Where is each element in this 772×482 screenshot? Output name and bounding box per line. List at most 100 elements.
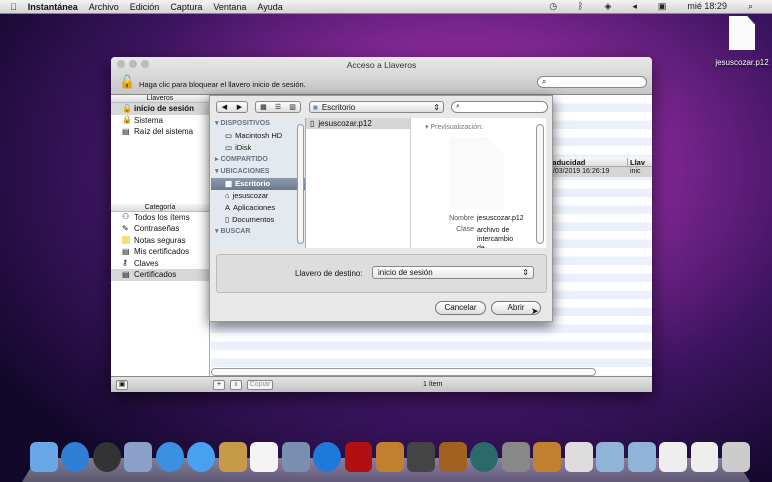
itunes-icon[interactable] (313, 442, 342, 472)
label: Mis certificados (134, 247, 190, 256)
show-hide-sidebar-button[interactable]: ▣ (116, 380, 128, 390)
sheet-sidebar: ▾ DISPOSITIVOS ▭ Macintosh HD ▭ iDisk ▸ CO… (211, 118, 306, 248)
group-places[interactable]: ▾ UBICACIONES (211, 166, 305, 178)
certificate-icon: ▤ (122, 126, 130, 136)
safari-icon[interactable] (155, 442, 184, 472)
clock[interactable]: mié 18:29 (687, 1, 727, 12)
horizontal-scrollbar[interactable] (211, 368, 596, 376)
group-devices[interactable]: ▾ DISPOSITIVOS (211, 118, 305, 130)
keychain-system[interactable]: 🔒 Sistema (111, 115, 209, 127)
menu-ventana[interactable]: Ventana (213, 2, 246, 12)
category-all[interactable]: ⚇ Todos los ítems (111, 212, 209, 224)
time-machine-icon[interactable]: ◷ (549, 1, 557, 12)
time-machine-icon[interactable] (470, 442, 499, 472)
ichat-icon[interactable] (187, 442, 216, 472)
spotlight-icon[interactable]: ⌕ (748, 1, 753, 12)
keychain-icon[interactable] (533, 442, 562, 472)
keychain-login[interactable]: 🔓 inicio de sesión (111, 103, 209, 115)
bluetooth-icon[interactable]: ᛒ (578, 1, 583, 12)
preview-scrollbar[interactable] (536, 124, 544, 244)
garageband-icon[interactable] (438, 442, 467, 472)
document-icon (449, 137, 504, 209)
documents-icon: ▯ (225, 215, 230, 224)
sidebar-item-home[interactable]: ⌂ jesuscozar (211, 190, 305, 202)
desktop-file[interactable]: jesuscozar.p12 (712, 16, 772, 67)
location-popup[interactable]: ■ Escritorio ⇕ (309, 101, 444, 113)
list-view-icon[interactable]: ☰ (275, 103, 281, 111)
photo-booth-icon[interactable] (344, 442, 373, 472)
category-notes[interactable]: Notas seguras (111, 235, 209, 247)
mail-icon[interactable] (124, 442, 153, 472)
utility-icon[interactable] (564, 442, 593, 472)
iphoto-icon[interactable] (375, 442, 404, 472)
file-icon[interactable] (659, 442, 688, 472)
pen-icon: ✎ (122, 223, 129, 233)
address-book-icon[interactable] (218, 442, 247, 472)
category-my-certs[interactable]: ▤ Mis certificados (111, 246, 209, 258)
search-input[interactable]: ⌕ (537, 76, 647, 88)
label: Sistema (134, 115, 163, 125)
home-icon: ⌂ (225, 191, 230, 200)
volume-icon[interactable]: ◂ (632, 1, 637, 12)
menu-bar:  Instantánea Archivo Edición Captura Ve… (0, 0, 772, 14)
iphoto-preview-icon[interactable] (281, 442, 310, 472)
copy-button[interactable]: Copiar (247, 380, 273, 390)
category-certificates[interactable]: ▤ Certificados (111, 269, 209, 281)
preview-header: ▾ Previsualización: (425, 124, 483, 131)
sidebar-item-macintosh-hd[interactable]: ▭ Macintosh HD (211, 130, 305, 142)
people-icon: ⚇ (122, 212, 130, 222)
file-item[interactable]: ▯ jesuscozar.p12 (306, 118, 410, 129)
menu-app[interactable]: Instantánea (28, 2, 78, 12)
forward-icon[interactable]: ▶ (237, 103, 242, 111)
desktop-file-label: jesuscozar.p12 (715, 58, 769, 67)
wifi-icon[interactable]: ◈ (604, 1, 611, 12)
ical-icon[interactable] (250, 442, 279, 472)
back-icon[interactable]: ◀ (222, 103, 227, 111)
sidebar-item-aplicaciones[interactable]: A Aplicaciones (211, 202, 305, 214)
file-column: ▯ jesuscozar.p12 (306, 118, 411, 248)
menu-ayuda[interactable]: Ayuda (257, 2, 282, 12)
preview-icon[interactable] (690, 442, 719, 472)
key-icon: ⚷ (122, 258, 128, 268)
applications-folder-icon[interactable] (596, 442, 625, 472)
destination-label: Llavero de destino: (295, 269, 363, 278)
file-icon: ▯ (310, 119, 315, 128)
category-keys[interactable]: ⚷ Claves (111, 258, 209, 270)
col-keychain[interactable]: Llav (627, 158, 645, 167)
minimize-button[interactable] (129, 60, 137, 68)
note-icon (122, 236, 130, 245)
keychain-root[interactable]: ▤ Raíz del sistema (111, 126, 209, 138)
dashboard-icon[interactable] (92, 442, 121, 472)
group-search[interactable]: ▾ BUSCAR (211, 226, 305, 238)
info-button[interactable]: i (230, 380, 242, 390)
battery-icon[interactable]: ▣ (658, 1, 667, 12)
lock-icon: 🔒 (122, 115, 132, 125)
app-store-icon[interactable] (61, 442, 90, 472)
sidebar-item-escritorio[interactable]: ▩ Escritorio (211, 178, 305, 190)
system-preferences-icon[interactable] (501, 442, 530, 472)
menu-edicion[interactable]: Edición (130, 2, 160, 12)
menu-archivo[interactable]: Archivo (89, 2, 119, 12)
cancel-button[interactable]: Cancelar (435, 301, 486, 315)
sidebar-scrollbar[interactable] (297, 124, 304, 244)
apple-icon[interactable]:  (10, 2, 17, 12)
finder-icon[interactable] (30, 442, 58, 472)
sidebar-item-documentos[interactable]: ▯ Documentos (211, 214, 305, 226)
destination-popup[interactable]: inicio de sesión ⇕ (372, 266, 534, 279)
category-passwords[interactable]: ✎ Contraseñas (111, 223, 209, 235)
lock-icon[interactable]: 🔓 (119, 74, 135, 90)
group-shared[interactable]: ▸ COMPARTIDO (211, 154, 305, 166)
menu-captura[interactable]: Captura (170, 2, 202, 12)
column-view-icon[interactable]: ▥ (289, 103, 296, 111)
updown-arrow-icon: ⇕ (522, 268, 529, 277)
imovie-icon[interactable] (407, 442, 436, 472)
sidebar-item-idisk[interactable]: ▭ iDisk (211, 142, 305, 154)
add-button[interactable]: + (213, 380, 225, 390)
close-button[interactable] (117, 60, 125, 68)
documents-folder-icon[interactable] (627, 442, 656, 472)
search-input[interactable]: ⌕ (451, 101, 548, 113)
trash-icon[interactable] (721, 442, 750, 472)
zoom-button[interactable] (141, 60, 149, 68)
icon-view-icon[interactable]: ▦ (260, 103, 267, 111)
destination-panel: Llavero de destino: inicio de sesión ⇕ (216, 254, 547, 293)
